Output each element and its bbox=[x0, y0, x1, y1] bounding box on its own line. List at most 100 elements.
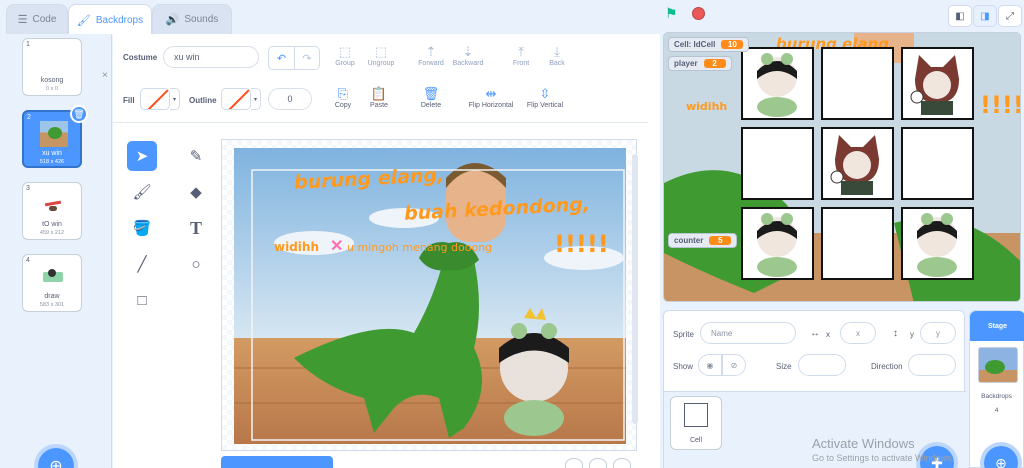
tab-code[interactable]: ☰ Code bbox=[6, 4, 68, 34]
zoom-in-button[interactable] bbox=[613, 458, 631, 468]
costume-item[interactable]: 4 draw 583 x 301 bbox=[22, 254, 82, 312]
ungroup-button[interactable]: ⬚ Ungroup bbox=[361, 44, 401, 67]
monitor-player[interactable]: player 2 bbox=[668, 56, 732, 71]
backward-button[interactable]: ⇣ Backward bbox=[448, 44, 488, 67]
backdrops-label: Backdrops bbox=[981, 393, 1012, 400]
stage[interactable]: burung elang, widihh !!!!! Cell: IdCell … bbox=[663, 32, 1021, 302]
y-label: y bbox=[910, 330, 914, 339]
costume-item[interactable]: 3 tO win 459 x 212 bbox=[22, 182, 82, 240]
undo-icon: ↶ bbox=[276, 52, 287, 65]
reshape-tool[interactable]: ✎ bbox=[181, 141, 211, 171]
line-tool[interactable]: ╱ bbox=[127, 249, 157, 279]
costume-thumbnail bbox=[40, 121, 68, 147]
outline-width-input[interactable]: 0 bbox=[268, 88, 312, 110]
fox-player-icon bbox=[830, 135, 879, 195]
stage-title: Stage bbox=[970, 311, 1024, 341]
circle-tool[interactable]: ○ bbox=[181, 249, 211, 279]
green-flag-button[interactable]: ⚑ bbox=[665, 5, 678, 22]
stage-selector[interactable]: Stage Backdrops 4 bbox=[969, 310, 1024, 468]
forward-icon: ⇡ bbox=[425, 44, 437, 59]
brush-tool[interactable]: 🖌 bbox=[127, 177, 157, 207]
front-button[interactable]: ⤒ Front bbox=[501, 44, 541, 67]
close-icon[interactable]: × bbox=[102, 70, 108, 81]
zoom-out-button[interactable] bbox=[565, 458, 583, 468]
delete-costume-button[interactable]: 🗑 bbox=[70, 105, 88, 123]
fill-dropdown-icon[interactable]: ▾ bbox=[170, 88, 180, 110]
eraser-tool[interactable]: ◆ bbox=[181, 177, 211, 207]
fill-label: Fill bbox=[123, 96, 135, 105]
x-input[interactable]: x bbox=[840, 322, 876, 344]
outline-dropdown-icon[interactable]: ▾ bbox=[251, 88, 261, 110]
paint-editor: Costume xu win ↶ ↷ ⬚ Group ⬚ Ungroup ⇡ Forw… bbox=[113, 34, 660, 468]
grid-cell-8[interactable] bbox=[821, 207, 894, 280]
group-icon: ⬚ bbox=[338, 44, 352, 59]
copy-button[interactable]: ⎘ Copy bbox=[323, 86, 363, 109]
canvas-text-line3c: !!!!! bbox=[554, 230, 609, 258]
size-label: Size bbox=[776, 362, 792, 371]
flip-horizontal-button[interactable]: ⇹ Flip Horizontal bbox=[462, 86, 520, 109]
stage-thumbnail bbox=[978, 347, 1018, 383]
fullscreen-button[interactable]: ⤢ bbox=[998, 5, 1022, 27]
convert-to-bitmap-button[interactable] bbox=[221, 456, 333, 468]
grid-cell-3[interactable] bbox=[901, 47, 974, 120]
grid-cell-6[interactable] bbox=[901, 127, 974, 200]
monitor-counter[interactable]: counter 5 bbox=[668, 233, 738, 248]
speaker-icon: 🔊 bbox=[165, 14, 180, 26]
outline-color-swatch[interactable] bbox=[221, 88, 251, 110]
grid-cell-2[interactable] bbox=[821, 47, 894, 120]
back-icon: ⤓ bbox=[554, 44, 560, 59]
costume-name-input[interactable]: xu win bbox=[163, 46, 259, 68]
rectangle-tool[interactable]: □ bbox=[127, 285, 157, 315]
show-visible-button[interactable]: ◉ bbox=[698, 354, 722, 376]
size-input[interactable] bbox=[798, 354, 846, 376]
tab-sounds[interactable]: 🔊 Sounds bbox=[152, 4, 232, 34]
y-input[interactable]: y bbox=[920, 322, 956, 344]
paint-canvas-area[interactable]: burung elang, buah kedondong, widihh ✕ u… bbox=[221, 139, 637, 451]
canvas-text-line3a: widihh bbox=[274, 240, 319, 254]
show-hidden-button[interactable]: ⊘ bbox=[722, 354, 746, 376]
rectangle-icon: □ bbox=[137, 291, 147, 309]
paste-button[interactable]: 📋 Paste bbox=[359, 86, 399, 109]
undo-button[interactable]: ↶ bbox=[269, 47, 294, 69]
backdrop-canvas[interactable]: burung elang, buah kedondong, widihh ✕ u… bbox=[234, 148, 626, 444]
sprite-name-input[interactable]: Name bbox=[700, 322, 796, 344]
sprite-tile-cell[interactable]: Cell bbox=[670, 396, 722, 450]
grid-cell-4[interactable] bbox=[741, 127, 814, 200]
grid-cell-9[interactable] bbox=[901, 207, 974, 280]
grid-cell-1[interactable] bbox=[741, 47, 814, 120]
pink-x-mark: ✕ bbox=[330, 238, 344, 255]
costume-list: × 1 kosong 0 x 0 2 xu win 518 x 426 🗑 3 … bbox=[0, 34, 112, 468]
grid-cell-7[interactable] bbox=[741, 207, 814, 280]
fill-tool[interactable]: 🪣 bbox=[127, 213, 157, 243]
add-backdrop-button[interactable]: ⊕ bbox=[38, 448, 74, 468]
stop-button[interactable] bbox=[692, 7, 705, 20]
small-stage-button[interactable]: ◧ bbox=[948, 5, 972, 27]
fill-color-swatch[interactable] bbox=[140, 88, 170, 110]
redo-button[interactable]: ↷ bbox=[294, 47, 319, 69]
group-button[interactable]: ⬚ Group bbox=[325, 44, 365, 67]
grid-cell-5[interactable] bbox=[821, 127, 894, 200]
x-label: x bbox=[826, 330, 830, 339]
costume-item[interactable]: 1 kosong 0 x 0 bbox=[22, 38, 82, 96]
tab-backdrops[interactable]: 🖌 Backdrops bbox=[68, 4, 152, 35]
canvas-text-line3b: u mingoh menang dooong bbox=[347, 241, 493, 254]
select-tool[interactable]: ➤ bbox=[127, 141, 157, 171]
windows-activation-watermark: Activate Windows Go to Settings to activ… bbox=[812, 436, 955, 463]
canvas-scrollbar[interactable] bbox=[632, 154, 638, 424]
text-tool[interactable]: T bbox=[181, 213, 211, 243]
large-stage-icon: ◨ bbox=[980, 10, 990, 22]
back-button[interactable]: ⤓ Back bbox=[537, 44, 577, 67]
large-stage-button[interactable]: ◨ bbox=[973, 5, 997, 27]
costume-item-selected[interactable]: 2 xu win 518 x 426 🗑 bbox=[22, 105, 88, 168]
forward-button[interactable]: ⇡ Forward bbox=[411, 44, 451, 67]
monitor-cell-idcell[interactable]: Cell: IdCell 10 bbox=[668, 37, 750, 52]
code-icon: ☰ bbox=[17, 14, 28, 26]
zoom-reset-button[interactable] bbox=[589, 458, 607, 468]
delete-button[interactable]: 🗑 Delete bbox=[411, 86, 451, 109]
redo-icon: ↷ bbox=[302, 52, 312, 65]
frog-player-icon bbox=[917, 213, 957, 277]
frog-player-icon bbox=[757, 53, 797, 117]
ungroup-icon: ⬚ bbox=[374, 44, 388, 59]
flip-vertical-button[interactable]: ⇳ Flip Vertical bbox=[519, 86, 571, 109]
direction-input[interactable] bbox=[908, 354, 956, 376]
